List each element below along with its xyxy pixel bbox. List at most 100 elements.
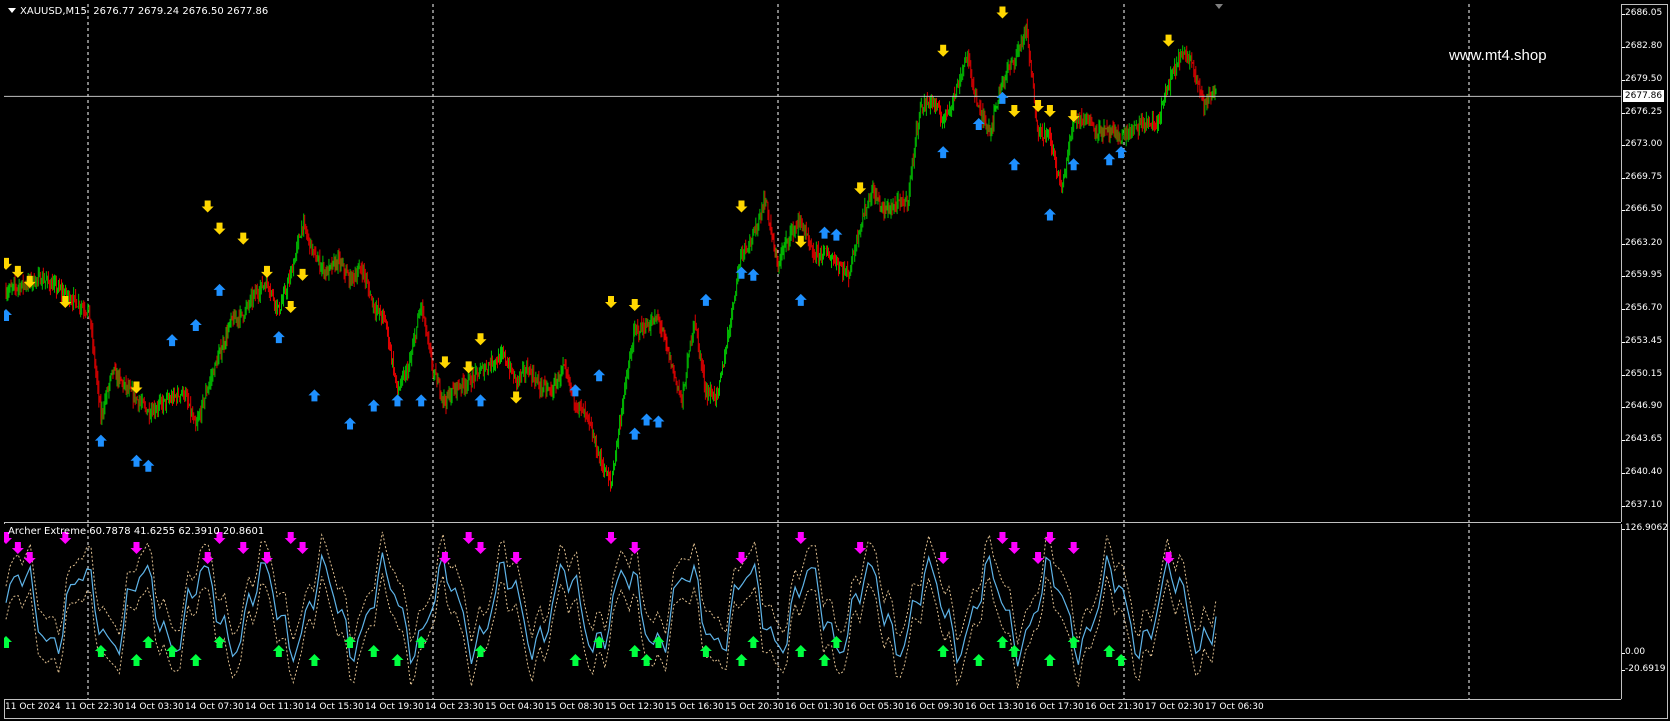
indicator-down-arrow-icon — [11, 542, 24, 554]
price-tick: 2650.15 — [1621, 368, 1663, 379]
indicator-down-arrow-icon — [237, 542, 250, 554]
buy-arrow-icon — [94, 434, 107, 447]
indicator-scale-bottom: -20.6919 — [1621, 664, 1666, 674]
price-tick: 2673.00 — [1621, 139, 1663, 150]
indicator-down-arrow-icon — [605, 532, 617, 544]
buy-arrow-icon — [1008, 158, 1021, 171]
indicator-up-arrow-icon — [1103, 645, 1116, 657]
buy-arrow-icon — [652, 415, 665, 428]
buy-arrow-icon — [308, 389, 321, 402]
time-label: 16 Oct 05:30 — [845, 702, 904, 712]
time-label: 17 Oct 02:30 — [1145, 702, 1204, 712]
sell-arrow-icon — [735, 200, 748, 213]
buy-arrow-icon — [1103, 153, 1116, 166]
time-label: 14 Oct 23:30 — [425, 702, 484, 712]
time-label: 11 Oct 22:30 — [65, 702, 124, 712]
indicator-up-arrow-icon — [367, 645, 380, 657]
sell-arrow-icon — [628, 299, 641, 312]
buy-arrow-icon — [189, 319, 202, 332]
indicator-up-arrow-icon — [1115, 654, 1128, 666]
price-tick: 2666.50 — [1621, 204, 1663, 215]
price-tick: 2669.75 — [1621, 171, 1663, 182]
indicator-down-arrow-icon — [996, 532, 1009, 544]
indicator-down-arrow-icon — [462, 532, 475, 544]
sell-arrow-icon — [1008, 105, 1021, 118]
sell-arrow-icon — [237, 232, 250, 245]
time-label: 16 Oct 01:30 — [785, 702, 844, 712]
sell-arrow-icon — [11, 265, 24, 278]
symbol-header: XAUUSD,M15 2676.77 2679.24 2676.50 2677.… — [8, 6, 268, 17]
indicator-up-arrow-icon — [272, 645, 285, 657]
indicator-up-arrow-icon — [0, 636, 12, 648]
indicator-down-arrow-icon — [854, 542, 867, 554]
time-label: 15 Oct 08:30 — [545, 702, 604, 712]
sell-arrow-icon — [260, 265, 273, 278]
buy-arrow-icon — [213, 283, 226, 296]
indicator-down-arrow-icon — [474, 542, 487, 554]
buy-arrow-icon — [937, 146, 950, 159]
sell-arrow-icon — [1162, 34, 1175, 47]
time-label: 15 Oct 16:30 — [665, 702, 724, 712]
price-tick: 2643.65 — [1621, 434, 1663, 445]
ohlc-values: 2676.77 2679.24 2676.50 2677.86 — [93, 6, 269, 17]
current-price-label: 2677.86 — [1623, 90, 1664, 103]
price-tick: 2682.80 — [1621, 40, 1663, 51]
indicator-down-arrow-icon — [937, 552, 950, 564]
indicator-up-arrow-icon — [640, 654, 653, 666]
time-axis[interactable]: 11 Oct 2024 11 Oct 22:30 14 Oct 03:30 14 Oc… — [4, 700, 1621, 717]
indicator-down-arrow-icon — [1067, 542, 1080, 554]
indicator-up-arrow-icon — [747, 636, 760, 648]
buy-arrow-icon — [818, 226, 831, 239]
price-scale[interactable]: 2686.05 2682.80 2679.50 2676.25 2673.00 2669.… — [1621, 4, 1667, 522]
time-label: 14 Oct 03:30 — [125, 702, 184, 712]
indicator-scale[interactable]: 126.9062 0.00 -20.6919 — [1621, 523, 1668, 699]
price-tick: 2653.45 — [1621, 335, 1663, 346]
sell-arrow-icon — [201, 200, 214, 213]
main-chart-pane[interactable]: XAUUSD,M15 2676.77 2679.24 2676.50 2677.… — [0, 4, 1621, 523]
price-tick: 2646.90 — [1621, 401, 1663, 412]
buy-arrow-icon — [130, 454, 143, 467]
time-label: 15 Oct 20:30 — [725, 702, 784, 712]
indicator-up-arrow-icon — [391, 654, 404, 666]
indicator-up-arrow-icon — [794, 645, 807, 657]
indicator-up-arrow-icon — [415, 636, 428, 648]
buy-arrow-icon — [640, 413, 653, 426]
buy-arrow-icon — [344, 417, 357, 430]
buy-arrow-icon — [1115, 146, 1128, 159]
buy-arrow-icon — [0, 308, 12, 321]
indicator-down-arrow-icon — [130, 542, 143, 554]
dropdown-triangle-icon[interactable] — [8, 8, 16, 13]
sell-arrow-icon — [438, 356, 451, 369]
indicator-down-arrow-icon — [296, 542, 309, 554]
buy-arrow-icon — [142, 459, 155, 472]
time-label: 14 Oct 07:30 — [185, 702, 244, 712]
indicator-up-arrow-icon — [818, 654, 831, 666]
indicator-down-arrow-icon — [284, 532, 297, 544]
sell-arrow-icon — [0, 257, 12, 270]
indicator-up-arrow-icon — [1043, 654, 1056, 666]
buy-arrow-icon — [474, 394, 487, 407]
buy-arrow-icon — [830, 228, 843, 241]
indicator-down-arrow-icon — [794, 532, 807, 544]
indicator-up-arrow-icon — [972, 654, 985, 666]
indicator-down-arrow-icon — [510, 552, 523, 564]
time-label: 17 Oct 06:30 — [1205, 702, 1264, 712]
buy-arrow-icon — [794, 293, 807, 306]
buy-arrow-icon — [593, 369, 606, 382]
indicator-down-arrow-icon — [260, 552, 273, 564]
indicator-up-arrow-icon — [308, 654, 321, 666]
indicator-up-arrow-icon — [735, 654, 748, 666]
indicator-pane[interactable]: Archer Extreme 60.7878 41.6255 62.3910 2… — [0, 524, 1621, 700]
price-chart[interactable] — [0, 4, 1621, 522]
buy-arrow-icon — [747, 268, 760, 281]
time-label: 16 Oct 09:30 — [905, 702, 964, 712]
candles — [5, 18, 1217, 492]
sell-arrow-icon — [510, 391, 523, 404]
indicator-down-arrow-icon — [735, 552, 748, 564]
indicator-up-arrow-icon — [166, 645, 179, 657]
time-label: 14 Oct 15:30 — [305, 702, 364, 712]
price-tick: 2656.70 — [1621, 302, 1663, 313]
buy-arrow-icon — [391, 394, 404, 407]
symbol-label: XAUUSD,M15 — [20, 6, 87, 17]
indicator-chart[interactable] — [0, 524, 1621, 699]
